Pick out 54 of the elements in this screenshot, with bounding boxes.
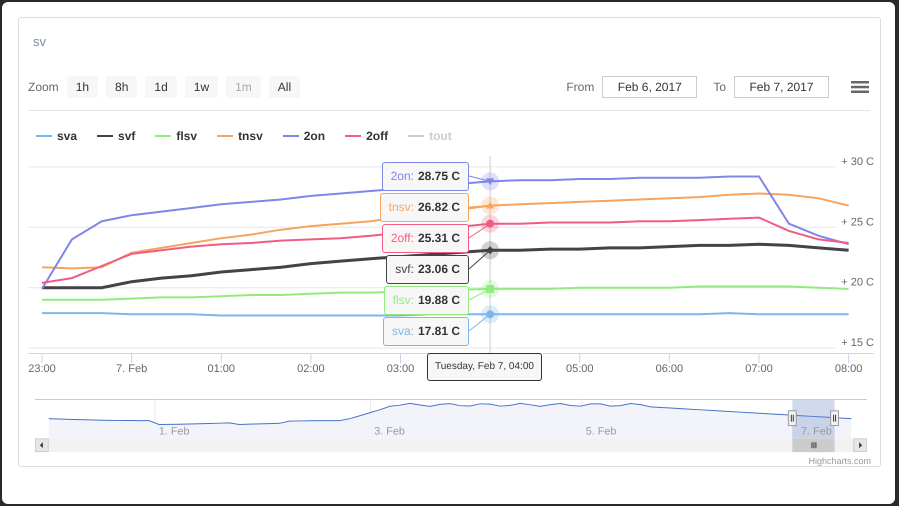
scrollbar-thumb[interactable]	[792, 438, 835, 452]
tooltip-series-name: 2off:	[390, 231, 414, 246]
chart-title: sv	[32, 33, 47, 51]
zoom-range-button[interactable]: 1d	[145, 76, 177, 98]
navigator-handle-icon[interactable]	[830, 410, 839, 426]
zoom-range-button[interactable]: 1h	[66, 76, 98, 98]
x-axis-label: 7. Feb	[116, 362, 148, 375]
legend-item[interactable]: sva	[36, 129, 78, 144]
x-axis-label: 06:00	[656, 362, 684, 375]
legend-item[interactable]: 2on	[282, 129, 326, 144]
zoom-range-button[interactable]: All	[268, 76, 300, 98]
tooltip-value: 25.31 C	[418, 231, 460, 246]
x-axis-label: 07:00	[745, 362, 773, 375]
y-axis-label: + 25 C	[841, 216, 874, 228]
navigator-date-label: 3. Feb	[374, 425, 405, 438]
x-axis-label: 23:00	[28, 362, 56, 375]
y-axis-label: + 20 C	[841, 276, 874, 289]
x-axis-label: 08:00	[834, 362, 862, 375]
zoom-label: Zoom	[28, 80, 59, 94]
from-date-field[interactable]: Feb 6, 2017	[602, 76, 698, 98]
tooltip-value: 26.82 C	[418, 200, 460, 214]
navigator-date-label: 5. Feb	[586, 425, 616, 438]
tooltip-series-name: tnsv:	[388, 200, 414, 214]
to-date-field[interactable]: Feb 7, 2017	[734, 76, 829, 98]
legend-item[interactable]: 2off	[345, 129, 388, 144]
tooltip-value: 19.88 C	[418, 293, 460, 308]
navigator-date-label: 1. Feb	[158, 425, 190, 438]
date-tooltip: Tuesday, Feb 7, 04:00	[427, 352, 542, 381]
tooltip-value: 17.81 C	[418, 324, 460, 338]
x-axis-label: 01:00	[207, 362, 235, 375]
navigator-handle-icon[interactable]	[788, 410, 797, 426]
x-axis-label: 03:00	[386, 362, 414, 375]
tooltip-value: 23.06 C	[418, 262, 460, 276]
scroll-left-button[interactable]	[34, 438, 49, 452]
legend-swatch-icon	[408, 135, 424, 138]
legend-item[interactable]: svf	[97, 129, 136, 144]
y-axis-label: + 30 C	[841, 156, 874, 168]
tooltip-series-name: svf:	[395, 262, 414, 276]
tooltip-value: 28.75 C	[418, 169, 460, 184]
zoom-range-button[interactable]: 1w	[184, 76, 218, 98]
to-label: To	[713, 80, 726, 94]
navigator-date-label: 7. Feb	[801, 425, 832, 438]
tooltip-series-name: 2on:	[390, 169, 414, 184]
scroll-right-button[interactable]	[853, 438, 868, 452]
from-label: From	[566, 80, 594, 94]
x-axis-label: 05:00	[566, 362, 594, 375]
menu-icon[interactable]	[851, 80, 869, 94]
y-axis-label: + 15 C	[841, 337, 874, 350]
x-axis-label: 02:00	[297, 362, 325, 375]
tooltip-series-name: sva:	[392, 324, 414, 338]
tooltip-series-name: flsv:	[392, 293, 414, 308]
legend-item[interactable]: flsv	[155, 129, 198, 144]
zoom-range-button[interactable]: 8h	[106, 76, 138, 98]
legend-item[interactable]: tnsv	[217, 129, 263, 144]
